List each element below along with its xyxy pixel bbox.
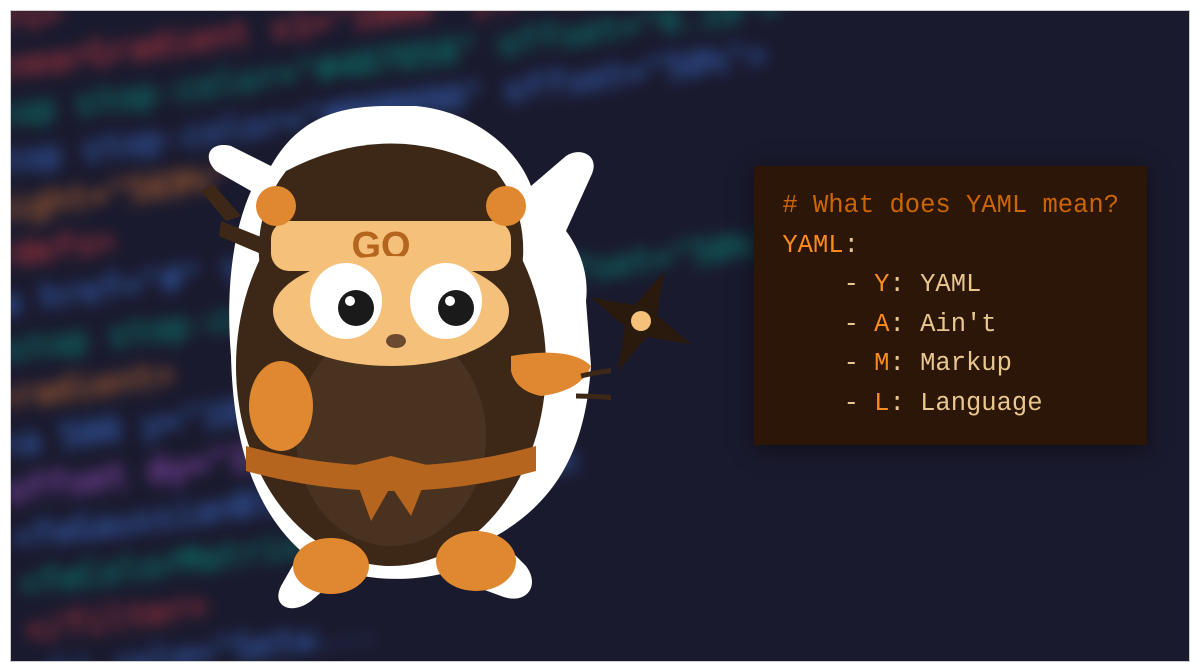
illustration-frame: <defs> <linearGradient x1="1000" y1="15"… (10, 10, 1190, 662)
yaml-entry: - M: Markup (782, 344, 1119, 384)
yaml-entry: - L: Language (782, 384, 1119, 424)
go-ninja-gopher-icon: GO (171, 76, 611, 616)
yaml-entry: - Y: YAML (782, 265, 1119, 305)
yaml-code-box: # What does YAML mean? YAML: - Y: YAML -… (754, 166, 1147, 445)
yaml-comment: # What does YAML mean? (782, 191, 1119, 220)
yaml-entry: - A: Ain't (782, 305, 1119, 345)
shuriken-icon (581, 261, 701, 381)
yaml-root-key: YAML (782, 231, 843, 260)
